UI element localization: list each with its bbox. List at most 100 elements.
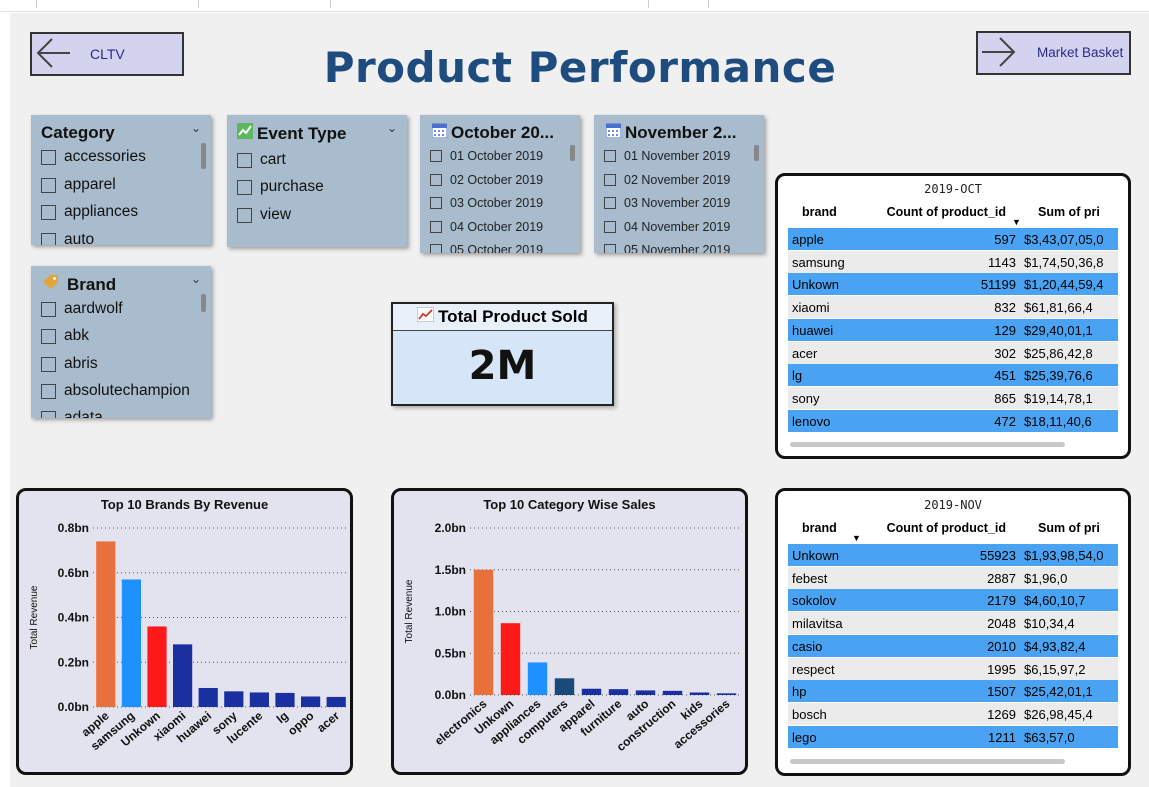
table-body: brand Count of product_id Sum of pri ▼ Unkow… bbox=[788, 517, 1118, 757]
checkbox[interactable] bbox=[604, 150, 616, 162]
october-date-option[interactable]: 02 October 2019 bbox=[430, 173, 543, 187]
chevron-down-icon[interactable]: ⌄ bbox=[191, 272, 201, 286]
checkbox[interactable] bbox=[41, 301, 56, 317]
checkbox[interactable] bbox=[41, 177, 56, 193]
y-tick-label: 1.0bn bbox=[435, 605, 466, 619]
slicer-scrollbar[interactable] bbox=[201, 294, 206, 312]
top-category-sales-chart[interactable]: Top 10 Category Wise Sales 0.0bn 0.5bn 1.0… bbox=[391, 488, 748, 775]
slicer-scrollbar[interactable] bbox=[201, 143, 206, 169]
chevron-down-icon[interactable]: ⌄ bbox=[387, 121, 397, 135]
checkbox[interactable] bbox=[430, 174, 442, 186]
y-tick-label: 0.2bn bbox=[58, 655, 89, 669]
brand-slicer[interactable]: Brand ⌄ aardwolf abk abris absolutechamp… bbox=[31, 266, 211, 418]
chevron-down-icon[interactable]: ⌄ bbox=[191, 121, 201, 135]
table-row[interactable]: milavitsa 2048 $10,34,4 bbox=[788, 612, 1118, 635]
checkbox[interactable] bbox=[41, 204, 56, 220]
market-basket-button[interactable]: Market Basket bbox=[976, 31, 1131, 75]
brand-option[interactable]: adata bbox=[41, 409, 103, 418]
horizontal-scrollbar[interactable] bbox=[790, 759, 1065, 764]
table-title: 2019-NOV bbox=[924, 498, 982, 512]
column-header-sum[interactable]: Sum of pri bbox=[1038, 521, 1100, 535]
column-header-count[interactable]: Count of product_id bbox=[887, 521, 1006, 535]
table-row[interactable]: huawei 129 $29,40,01,1 bbox=[788, 318, 1118, 341]
october-date-option[interactable]: 05 October 2019 bbox=[430, 243, 543, 253]
category-option[interactable]: accessories bbox=[41, 148, 146, 166]
october-date-option[interactable]: 03 October 2019 bbox=[430, 196, 543, 210]
brand-option[interactable]: abk bbox=[41, 327, 89, 345]
event-type-option[interactable]: cart bbox=[237, 151, 286, 169]
table-row[interactable]: lg 451 $25,39,76,6 bbox=[788, 364, 1118, 387]
october-date-option[interactable]: 04 October 2019 bbox=[430, 220, 543, 234]
table-row[interactable]: sokolov 2179 $4,60,10,7 bbox=[788, 589, 1118, 612]
checkbox[interactable] bbox=[41, 356, 56, 372]
table-row[interactable]: samsung 1143 $1,74,50,36,8 bbox=[788, 250, 1118, 273]
table-row[interactable]: bosch 1269 $26,98,45,4 bbox=[788, 702, 1118, 725]
table-row[interactable]: lego 1211 $63,57,0 bbox=[788, 725, 1118, 748]
cell-count: 865 bbox=[994, 390, 1016, 406]
table-row[interactable]: casio 2010 $4,93,82,4 bbox=[788, 634, 1118, 657]
november-date-option[interactable]: 02 November 2019 bbox=[604, 173, 730, 187]
checkbox[interactable] bbox=[604, 221, 616, 233]
table-row[interactable]: Unkown 55923 $1,93,98,54,0 bbox=[788, 544, 1118, 566]
checkbox[interactable] bbox=[430, 244, 442, 253]
column-header-count[interactable]: Count of product_id bbox=[887, 205, 1006, 219]
column-header-sum[interactable]: Sum of pri bbox=[1038, 205, 1100, 219]
oct-brand-table[interactable]: 2019-OCT brand Count of product_id Sum of … bbox=[775, 173, 1131, 459]
checkbox[interactable] bbox=[237, 207, 252, 223]
top-brands-revenue-chart[interactable]: Top 10 Brands By Revenue 0.0bn 0.2bn 0.4bn… bbox=[16, 488, 353, 775]
october-slicer-title: October 20... bbox=[431, 123, 554, 143]
checkbox[interactable] bbox=[604, 197, 616, 209]
table-row[interactable]: apple 597 $3,43,07,05,0 bbox=[788, 228, 1118, 250]
november-date-option[interactable]: 01 November 2019 bbox=[604, 149, 730, 163]
top-bar bbox=[0, 0, 1149, 12]
checkbox[interactable] bbox=[237, 152, 252, 168]
category-option[interactable]: apparel bbox=[41, 176, 116, 194]
table-row[interactable]: sony 865 $19,14,78,1 bbox=[788, 386, 1118, 409]
category-option[interactable]: auto bbox=[41, 231, 94, 245]
kpi-value: 2M bbox=[468, 343, 537, 389]
event-type-option[interactable]: purchase bbox=[237, 178, 324, 196]
checkbox[interactable] bbox=[41, 328, 56, 344]
cell-brand: sokolov bbox=[792, 593, 837, 609]
column-header-brand[interactable]: brand bbox=[802, 521, 837, 535]
checkbox[interactable] bbox=[430, 197, 442, 209]
october-date-option[interactable]: 01 October 2019 bbox=[430, 149, 543, 163]
table-row[interactable]: respect 1995 $6,15,97,2 bbox=[788, 657, 1118, 680]
checkbox[interactable] bbox=[430, 150, 442, 162]
horizontal-scrollbar[interactable] bbox=[790, 442, 1065, 447]
table-row[interactable]: acer 302 $25,86,42,8 bbox=[788, 341, 1118, 364]
cell-brand: sony bbox=[792, 390, 820, 406]
checkbox[interactable] bbox=[604, 244, 616, 253]
slicer-scrollbar[interactable] bbox=[570, 145, 575, 161]
sort-descending-icon[interactable]: ▼ bbox=[1012, 217, 1021, 227]
table-row[interactable]: lenovo 472 $18,11,40,6 bbox=[788, 409, 1118, 432]
brand-option[interactable]: abris bbox=[41, 355, 98, 373]
event-type-slicer[interactable]: Event Type ⌄ cart purchase view bbox=[227, 115, 407, 247]
checkbox[interactable] bbox=[41, 149, 56, 165]
november-date-option[interactable]: 04 November 2019 bbox=[604, 220, 730, 234]
checkbox[interactable] bbox=[41, 232, 56, 245]
checkbox[interactable] bbox=[41, 383, 56, 399]
brand-option[interactable]: aardwolf bbox=[41, 300, 123, 318]
category-option[interactable]: appliances bbox=[41, 203, 138, 221]
column-header-brand[interactable]: brand bbox=[802, 205, 837, 219]
sort-descending-icon[interactable]: ▼ bbox=[852, 533, 861, 543]
table-row[interactable]: febest 2887 $1,96,0 bbox=[788, 566, 1118, 589]
november-date-option[interactable]: 03 November 2019 bbox=[604, 196, 730, 210]
october-date-slicer[interactable]: October 20... 01 October 2019 02 October… bbox=[420, 115, 580, 253]
table-row[interactable]: Unkown 51199 $1,20,44,59,4 bbox=[788, 273, 1118, 296]
slicer-scrollbar[interactable] bbox=[754, 145, 759, 161]
nov-brand-table[interactable]: 2019-NOV brand Count of product_id Sum of … bbox=[775, 488, 1131, 776]
event-type-option[interactable]: view bbox=[237, 206, 291, 224]
table-row[interactable]: hp 1507 $25,42,01,1 bbox=[788, 680, 1118, 703]
brand-option[interactable]: absolutechampion bbox=[41, 382, 190, 400]
back-cltv-button[interactable]: CLTV bbox=[30, 32, 184, 76]
checkbox[interactable] bbox=[604, 174, 616, 186]
checkbox[interactable] bbox=[41, 410, 56, 418]
checkbox[interactable] bbox=[237, 179, 252, 195]
table-row[interactable]: xiaomi 832 $61,81,66,4 bbox=[788, 296, 1118, 319]
november-date-slicer[interactable]: November 2... 01 November 2019 02 Novemb… bbox=[594, 115, 764, 253]
november-date-option[interactable]: 05 November 2019 bbox=[604, 243, 730, 253]
category-slicer[interactable]: Category ⌄ accessories apparel appliance… bbox=[31, 115, 211, 245]
checkbox[interactable] bbox=[430, 221, 442, 233]
